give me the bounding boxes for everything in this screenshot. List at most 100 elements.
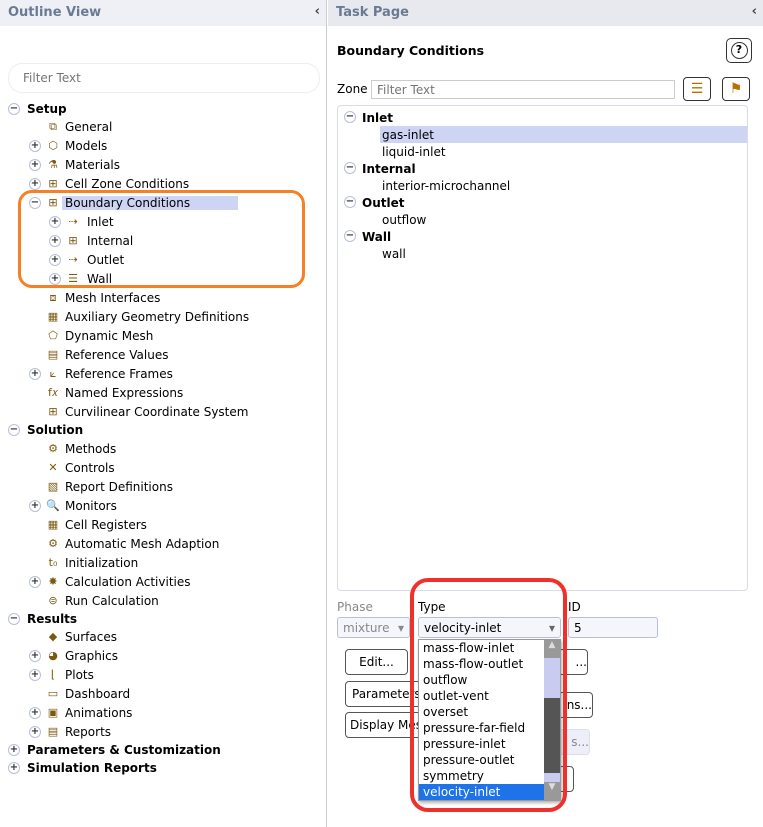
zone-list[interactable]: − Inlet gas-inlet liquid-inlet − Internal inte… — [337, 105, 748, 591]
dropdown-scrollbar[interactable]: ▲ ▼ — [544, 640, 560, 800]
collapse-icon[interactable]: − — [344, 196, 356, 208]
scroll-down-icon[interactable]: ▼ — [544, 782, 560, 800]
collapse-icon[interactable]: − — [344, 230, 356, 242]
type-option[interactable]: pressure-far-field — [419, 720, 560, 736]
expand-icon[interactable]: + — [29, 707, 41, 719]
tree-item-reference-frames[interactable]: + ⟀ Reference Frames — [0, 365, 327, 384]
collapse-icon[interactable]: − — [8, 612, 20, 625]
collapse-icon[interactable]: − — [344, 162, 356, 174]
zone-item[interactable]: outflow — [338, 211, 747, 228]
expand-icon[interactable]: + — [29, 575, 41, 588]
display-mesh-button[interactable]: Display Mesh... — [345, 712, 425, 738]
tree-item-dynamic-mesh[interactable]: ⬠ Dynamic Mesh — [0, 327, 327, 346]
scrollbar-thumb[interactable] — [544, 698, 560, 773]
help-button[interactable]: ? — [726, 38, 752, 63]
zone-group[interactable]: − Internal — [338, 160, 747, 177]
tree-item-automatic-mesh-adaption[interactable]: ⚙ Automatic Mesh Adaption — [0, 534, 327, 553]
tree-item-wall[interactable]: + ☰ Wall — [0, 270, 327, 289]
type-option[interactable]: pressure-outlet — [419, 752, 560, 768]
zone-filter-input[interactable] — [371, 80, 675, 99]
expand-icon[interactable]: + — [49, 254, 61, 266]
tree-item-inlet[interactable]: + ⇢ Inlet — [0, 213, 327, 232]
tree-item-graphics[interactable]: + ◕ Graphics — [0, 647, 327, 666]
outline-filter-input[interactable] — [8, 63, 320, 93]
expand-icon[interactable]: + — [49, 273, 61, 285]
tree-item-animations[interactable]: + ▣ Animations — [0, 704, 327, 723]
zone-group[interactable]: − Inlet — [338, 109, 747, 126]
tree-item-outlet[interactable]: + ⇢ Outlet — [0, 251, 327, 270]
type-option[interactable]: outlet-vent — [419, 688, 560, 704]
tree-item-curvilinear-coordinate-system[interactable]: ⊞ Curvilinear Coordinate System — [0, 403, 327, 422]
collapse-outline-button[interactable]: ‹ — [315, 4, 320, 19]
type-option[interactable]: pressure-inlet — [419, 736, 560, 752]
collapse-icon[interactable]: − — [8, 424, 20, 437]
tree-item-named-expressions[interactable]: f𝑥 Named Expressions — [0, 384, 327, 403]
parameters-button[interactable]: Parameters... — [345, 681, 425, 707]
operating-conditions-button[interactable]: ns... — [558, 692, 593, 718]
tree-item-general[interactable]: ⧉ General — [0, 118, 327, 137]
expand-icon[interactable]: + — [29, 159, 41, 171]
type-option[interactable]: mass-flow-inlet — [419, 640, 560, 656]
tree-item-plots[interactable]: + ⌊ Plots — [0, 666, 327, 685]
tree-item-boundary-conditions[interactable]: − ⊞ Boundary Conditions — [0, 194, 327, 213]
collapse-task-page-button[interactable]: ‹ — [752, 4, 757, 19]
tree-item-monitors[interactable]: + 🔍 Monitors — [0, 496, 327, 515]
scroll-up-icon[interactable]: ▲ — [544, 640, 560, 658]
tree-item-parameters-customization[interactable]: + Parameters & Customization — [0, 742, 327, 760]
phase-dropdown[interactable]: mixture ▾ — [337, 617, 410, 638]
tree-item-methods[interactable]: ⚙ Methods — [0, 439, 327, 458]
zone-item[interactable]: wall — [338, 245, 747, 262]
tree-item-mesh-interfaces[interactable]: ⧈ Mesh Interfaces — [0, 289, 327, 308]
filter-options-button[interactable]: ☰ — [683, 77, 711, 101]
id-field[interactable]: 5 — [568, 617, 658, 638]
tree-item-reference-values[interactable]: ▤ Reference Values — [0, 346, 327, 365]
zone-item[interactable]: gas-inlet — [380, 126, 747, 143]
expand-icon[interactable]: + — [29, 499, 41, 512]
expand-icon[interactable]: + — [8, 761, 20, 774]
tree-item-controls[interactable]: ✕ Controls — [0, 458, 327, 477]
tree-item-cell-registers[interactable]: ▦ Cell Registers — [0, 515, 327, 534]
type-option[interactable]: outflow — [419, 672, 560, 688]
type-option[interactable]: mass-flow-outlet — [419, 656, 560, 672]
copy-button[interactable]: ... — [558, 649, 588, 675]
tree-item-run-calculation[interactable]: ⊜ Run Calculation — [0, 591, 327, 610]
tree-item-report-definitions[interactable]: ▧ Report Definitions — [0, 477, 327, 496]
zone-item[interactable]: interior-microchannel — [338, 177, 747, 194]
tree-item-surfaces[interactable]: ◆ Surfaces — [0, 628, 327, 647]
expand-icon[interactable]: + — [29, 140, 41, 152]
expand-icon[interactable]: + — [29, 178, 41, 190]
tree-item-calculation-activities[interactable]: + ✸ Calculation Activities — [0, 572, 327, 591]
collapse-icon[interactable]: − — [8, 102, 20, 115]
tree-item-materials[interactable]: + ⚗ Materials — [0, 156, 327, 175]
zone-group[interactable]: − Outlet — [338, 194, 747, 211]
type-option[interactable]: symmetry — [419, 768, 560, 784]
type-option[interactable]: overset — [419, 704, 560, 720]
type-dropdown-list[interactable]: mass-flow-inlet mass-flow-outlet outflow ou… — [418, 639, 561, 801]
expand-icon[interactable]: + — [49, 216, 61, 228]
tree-item-results[interactable]: − Results — [0, 610, 327, 628]
tree-item-models[interactable]: + ⬡ Models — [0, 137, 327, 156]
expand-icon[interactable]: + — [29, 669, 41, 681]
tree-item-internal[interactable]: + ⊞ Internal — [0, 232, 327, 251]
tree-item-simulation-reports[interactable]: + Simulation Reports — [0, 759, 327, 777]
collapse-icon[interactable]: − — [344, 111, 356, 123]
tree-item-setup[interactable]: − Setup — [0, 100, 327, 118]
edit-button[interactable]: Edit... — [345, 649, 408, 675]
tree-item-solution[interactable]: − Solution — [0, 422, 327, 440]
flag-options-button[interactable]: ⚑ — [722, 77, 750, 101]
type-option[interactable]: velocity-inlet — [419, 784, 544, 800]
type-dropdown[interactable]: velocity-inlet ▾ — [418, 617, 561, 638]
tree-item-reports[interactable]: + ▤ Reports — [0, 723, 327, 742]
periodic-conditions-button[interactable]: s... — [558, 729, 590, 755]
zone-group[interactable]: − Wall — [338, 228, 747, 245]
tree-item-auxiliary-geometry-definitions[interactable]: ▦ Auxiliary Geometry Definitions — [0, 308, 327, 327]
expand-icon[interactable]: + — [29, 726, 41, 738]
expand-icon[interactable]: + — [29, 368, 41, 380]
expand-icon[interactable]: + — [49, 235, 61, 247]
tree-item-dashboard[interactable]: ▭ Dashboard — [0, 685, 327, 704]
tree-item-cell-zone-conditions[interactable]: + ⊞ Cell Zone Conditions — [0, 175, 327, 194]
zone-item[interactable]: liquid-inlet — [338, 143, 747, 160]
expand-icon[interactable]: + — [29, 650, 41, 662]
tree-item-initialization[interactable]: t₀ Initialization — [0, 553, 327, 572]
expand-icon[interactable]: + — [8, 744, 20, 757]
